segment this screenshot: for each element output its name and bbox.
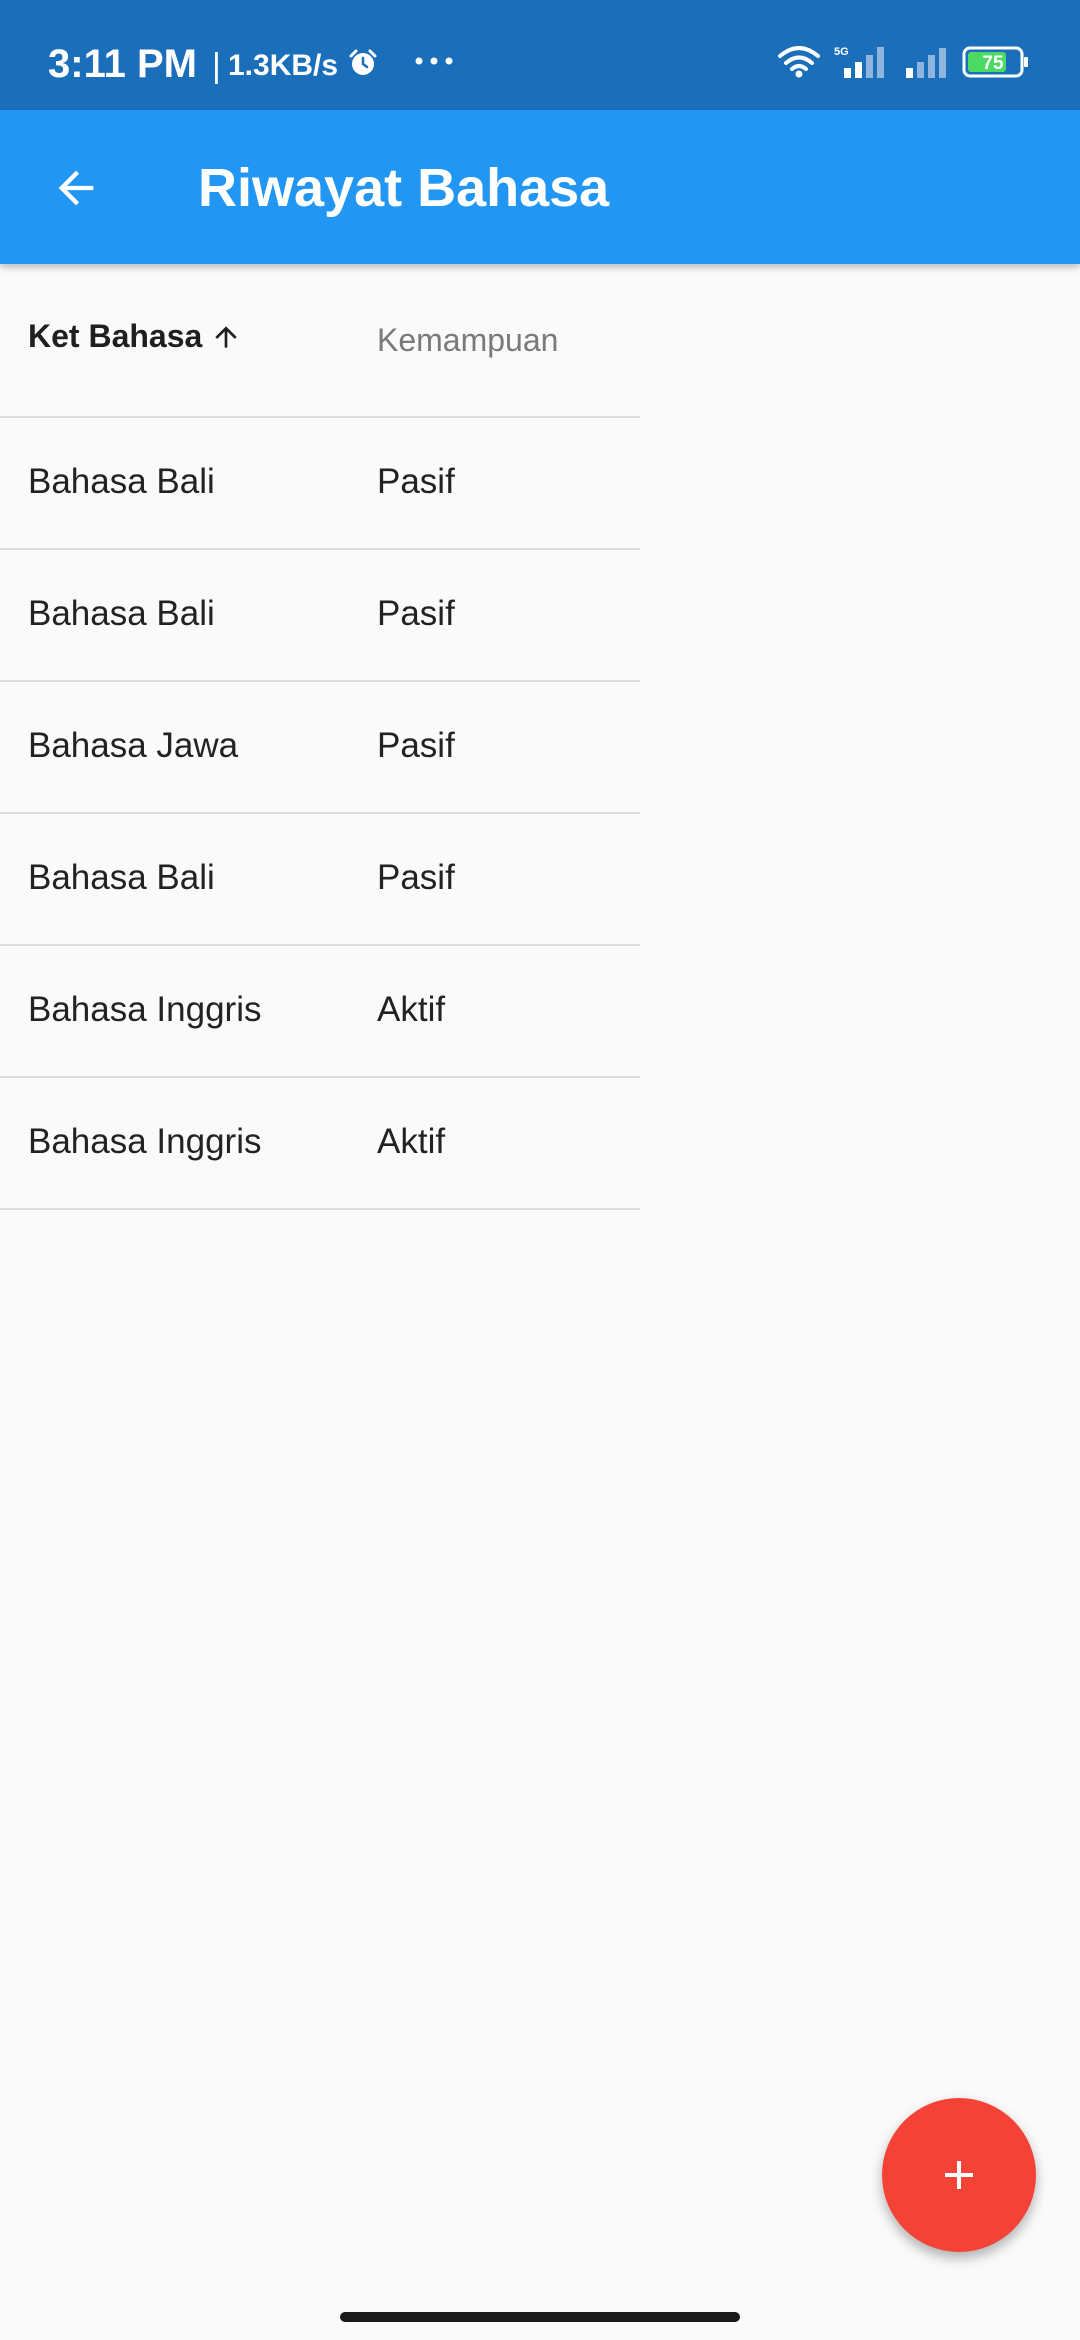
home-indicator[interactable]	[340, 2312, 740, 2322]
app-bar: Riwayat Bahasa	[0, 110, 1080, 264]
status-time: 3:11 PM	[48, 42, 197, 86]
cell-kemampuan: Pasif	[377, 594, 455, 633]
table-row[interactable]: Bahasa Bali Pasif	[0, 418, 640, 550]
cell-kemampuan: Pasif	[377, 726, 455, 765]
alarm-icon	[349, 49, 377, 75]
add-language-button[interactable]	[882, 2098, 1036, 2252]
cell-ket-bahasa: Bahasa Bali	[28, 462, 215, 501]
cell-ket-bahasa: Bahasa Bali	[28, 594, 215, 633]
table-row[interactable]: Bahasa Bali Pasif	[0, 550, 640, 682]
status-bar: 3:11 PM | 1.3KB/s 5G 75	[0, 0, 1080, 110]
battery-icon: 75	[962, 46, 1030, 78]
cell-kemampuan: Pasif	[377, 462, 455, 501]
table-row[interactable]: Bahasa Inggris Aktif	[0, 946, 640, 1078]
column-header-kemampuan[interactable]: Kemampuan	[377, 322, 558, 359]
more-dots-icon	[415, 57, 453, 65]
column-header-label: Ket Bahasa	[28, 318, 203, 354]
signal-icon: 5G	[834, 46, 884, 78]
table-row[interactable]: Bahasa Bali Pasif	[0, 814, 640, 946]
table-row[interactable]: Bahasa Jawa Pasif	[0, 682, 640, 814]
plus-icon	[945, 2161, 973, 2189]
page-title: Riwayat Bahasa	[198, 158, 610, 218]
cell-ket-bahasa: Bahasa Inggris	[28, 990, 262, 1029]
network-type-label: 5G	[834, 46, 849, 58]
column-header-ket-bahasa[interactable]: Ket Bahasa	[28, 318, 242, 355]
back-button[interactable]	[36, 148, 116, 228]
arrow-up-icon	[215, 325, 237, 348]
cell-kemampuan: Aktif	[377, 990, 446, 1029]
cell-kemampuan: Pasif	[377, 858, 455, 897]
language-history-table: Ket Bahasa Kemampuan Bahasa Bali Pasif B…	[0, 264, 640, 1210]
cell-kemampuan: Aktif	[377, 1122, 446, 1161]
cell-ket-bahasa: Bahasa Bali	[28, 858, 215, 897]
signal-icon-2	[906, 48, 946, 78]
cell-ket-bahasa: Bahasa Inggris	[28, 1122, 262, 1161]
network-speed: 1.3KB/s	[228, 49, 339, 82]
wifi-icon	[778, 46, 820, 78]
table-row[interactable]: Bahasa Inggris Aktif	[0, 1078, 640, 1210]
cell-ket-bahasa: Bahasa Jawa	[28, 726, 239, 765]
status-separator: |	[212, 47, 221, 85]
table-header: Ket Bahasa Kemampuan	[0, 264, 640, 418]
arrow-back-icon	[58, 170, 94, 206]
battery-level: 75	[982, 53, 1004, 74]
